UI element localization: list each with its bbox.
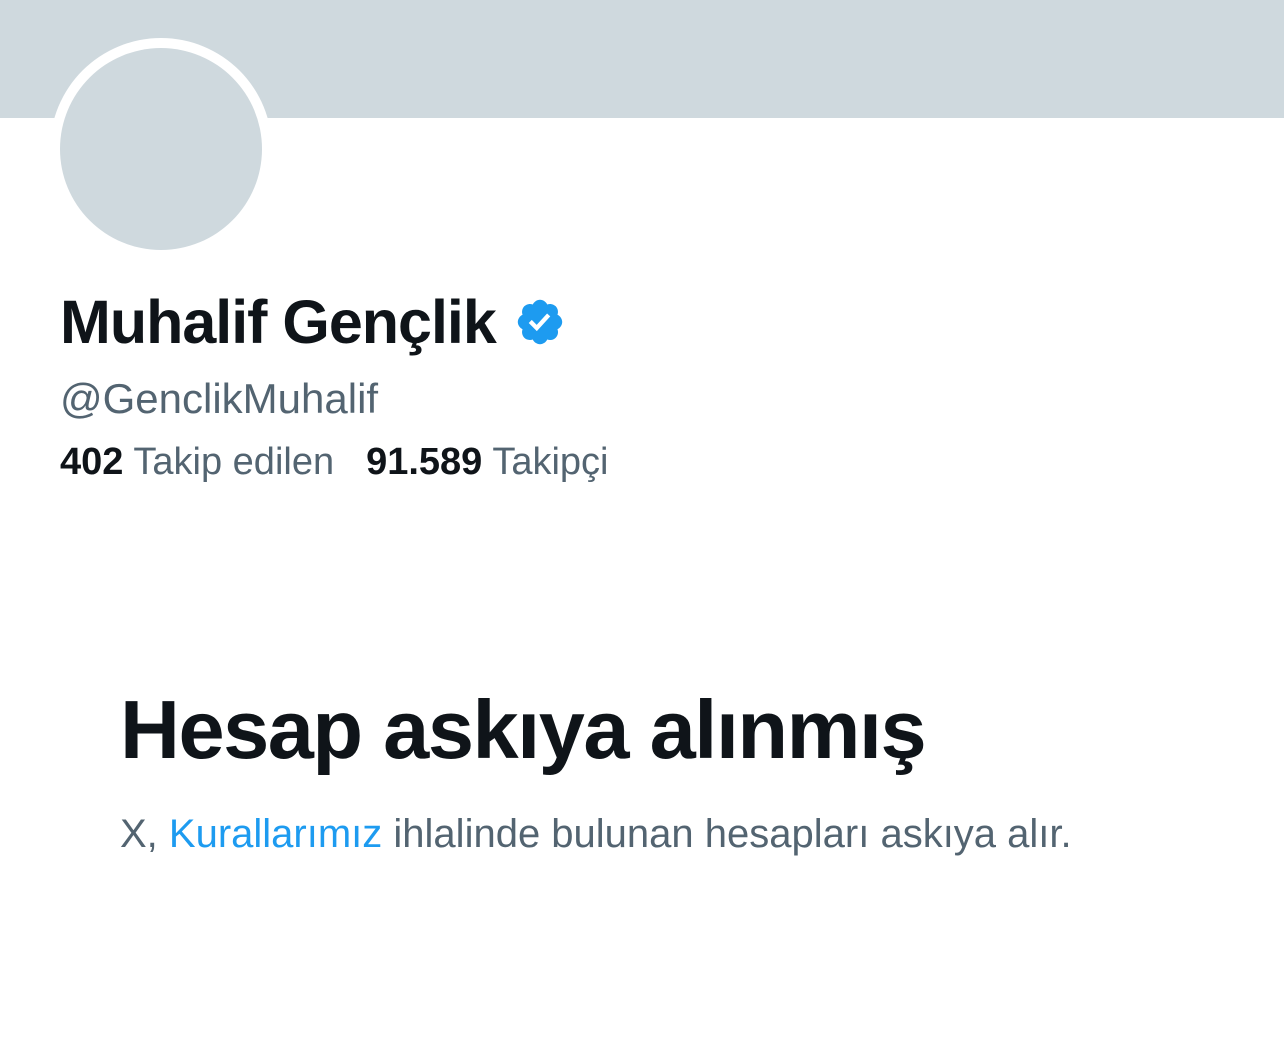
- suspension-text-suffix: ihlalinde bulunan hesapları askıya alır.: [382, 812, 1072, 856]
- avatar[interactable]: [60, 48, 262, 250]
- suspension-message: X, Kurallarımız ihlalinde bulunan hesapl…: [120, 806, 1200, 862]
- followers-count: 91.589: [366, 441, 483, 483]
- display-name: Muhalif Gençlik: [60, 288, 497, 356]
- verified-badge-icon: [514, 296, 566, 348]
- suspension-title: Hesap askıya alınmış: [120, 683, 927, 776]
- following-label: Takip edilen: [133, 441, 335, 483]
- following-stat[interactable]: 402 Takip edilen: [60, 441, 334, 484]
- profile-handle: @GenclikMuhalif: [60, 375, 379, 422]
- profile-page: Muhalif Gençlik @GenclikMuhalif 402 Taki…: [0, 0, 1284, 1063]
- profile-stats: 402 Takip edilen 91.589 Takipçi: [60, 441, 640, 484]
- suspension-text-prefix: X,: [120, 812, 169, 856]
- avatar-frame: [50, 38, 272, 260]
- rules-link[interactable]: Kurallarımız: [169, 812, 382, 856]
- followers-stat[interactable]: 91.589 Takipçi: [366, 441, 608, 484]
- following-count: 402: [60, 441, 124, 483]
- profile-name-row: Muhalif Gençlik: [60, 282, 566, 362]
- followers-label: Takipçi: [492, 441, 609, 483]
